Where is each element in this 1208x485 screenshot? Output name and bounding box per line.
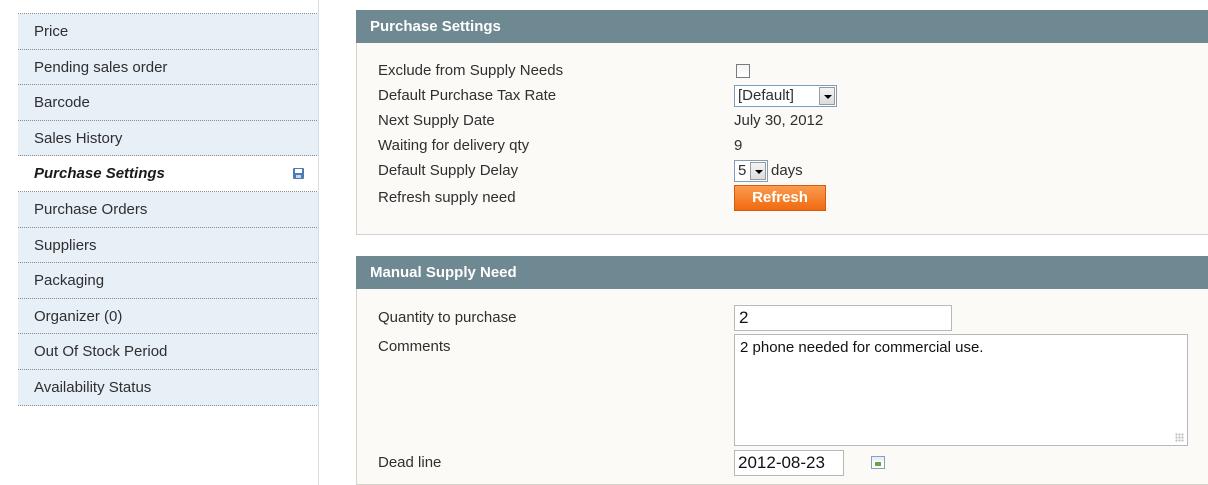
deadline-label: Dead line [378, 454, 442, 471]
tab-label: Purchase Orders [34, 200, 148, 218]
tab-out-of-stock-period[interactable]: Out Of Stock Period [18, 334, 319, 370]
delay-row: Default Supply Delay 5 days [378, 158, 1208, 183]
comments-label: Comments [378, 338, 451, 355]
waiting-row: Waiting for delivery qty 9 [378, 133, 1208, 158]
tab-label: Out Of Stock Period [34, 343, 168, 361]
section-title: Manual Supply Need [356, 256, 1208, 289]
waiting-label: Waiting for delivery qty [378, 137, 530, 154]
chevron-down-icon [750, 162, 766, 180]
qty-row: Quantity to purchase 2 [378, 305, 1208, 331]
tax-rate-value: [Default] [738, 87, 794, 104]
resize-grip-icon[interactable] [1175, 433, 1184, 442]
refresh-label: Refresh supply need [378, 189, 516, 206]
tab-pending-sales-order[interactable]: Pending sales order [18, 49, 319, 86]
chevron-down-icon [819, 87, 835, 105]
delay-value: 5 [738, 162, 747, 179]
next-supply-label: Next Supply Date [378, 112, 495, 129]
tab-label: Sales History [34, 129, 123, 147]
tab-label: Organizer (0) [34, 307, 123, 325]
refresh-row: Refresh supply need Refresh [378, 185, 1208, 211]
exclude-label: Exclude from Supply Needs [378, 62, 564, 79]
section-title: Purchase Settings [356, 10, 1208, 43]
tab-label: Price [34, 23, 69, 40]
exclude-row: Exclude from Supply Needs [378, 58, 1208, 83]
comments-textarea[interactable]: 2 phone needed for commercial use. [734, 334, 1188, 446]
tax-rate-label: Default Purchase Tax Rate [378, 87, 557, 104]
tab-list: Price Pending sales order Barcode Sales … [18, 13, 319, 406]
calendar-icon[interactable] [871, 456, 885, 469]
tab-label: Pending sales order [34, 58, 168, 76]
delay-label: Default Supply Delay [378, 162, 519, 179]
tab-purchase-orders[interactable]: Purchase Orders [18, 191, 319, 228]
tab-suppliers[interactable]: Suppliers [18, 227, 319, 264]
deadline-input[interactable]: 2012-08-23 [734, 450, 844, 476]
tab-label: Barcode [34, 94, 90, 112]
tax-rate-row: Default Purchase Tax Rate [Default] [378, 83, 1208, 108]
tab-organizer[interactable]: Organizer (0) [18, 298, 319, 335]
tab-packaging[interactable]: Packaging [18, 263, 319, 299]
save-icon [293, 168, 304, 180]
sidebar: Price Pending sales order Barcode Sales … [0, 0, 319, 485]
next-supply-row: Next Supply Date July 30, 2012 [378, 108, 1208, 133]
comments-row: Comments 2 phone needed for commercial u… [378, 334, 1208, 446]
refresh-button[interactable]: Refresh [734, 185, 826, 211]
section-body: Exclude from Supply Needs Default Purcha… [356, 43, 1208, 235]
qty-label: Quantity to purchase [378, 309, 517, 326]
sidebar-divider [318, 0, 319, 485]
next-supply-value: July 30, 2012 [734, 112, 824, 129]
tab-barcode[interactable]: Barcode [18, 85, 319, 121]
tab-purchase-settings[interactable]: Purchase Settings [18, 156, 319, 192]
manual-supply-section: Manual Supply Need Quantity to purchase … [356, 256, 1208, 485]
tab-sales-history[interactable]: Sales History [18, 120, 319, 157]
quantity-input[interactable]: 2 [734, 305, 952, 331]
deadline-row: Dead line 2012-08-23 [378, 450, 1208, 476]
tab-label: Availability Status [34, 378, 152, 396]
tab-availability-status[interactable]: Availability Status [18, 369, 319, 406]
waiting-value: 9 [734, 137, 743, 154]
delay-select[interactable]: 5 [734, 160, 768, 182]
exclude-checkbox[interactable] [736, 64, 750, 78]
tab-label: Purchase Settings [34, 165, 165, 183]
section-body: Quantity to purchase 2 Comments 2 phone … [356, 289, 1208, 485]
delay-unit: days [771, 162, 803, 179]
tax-rate-select[interactable]: [Default] [734, 85, 837, 107]
comments-text: 2 phone needed for commercial use. [740, 339, 984, 356]
tab-label: Packaging [34, 272, 105, 290]
purchase-settings-section: Purchase Settings Exclude from Supply Ne… [356, 10, 1208, 235]
tab-price[interactable]: Price [18, 14, 319, 50]
tab-label: Suppliers [34, 236, 97, 254]
